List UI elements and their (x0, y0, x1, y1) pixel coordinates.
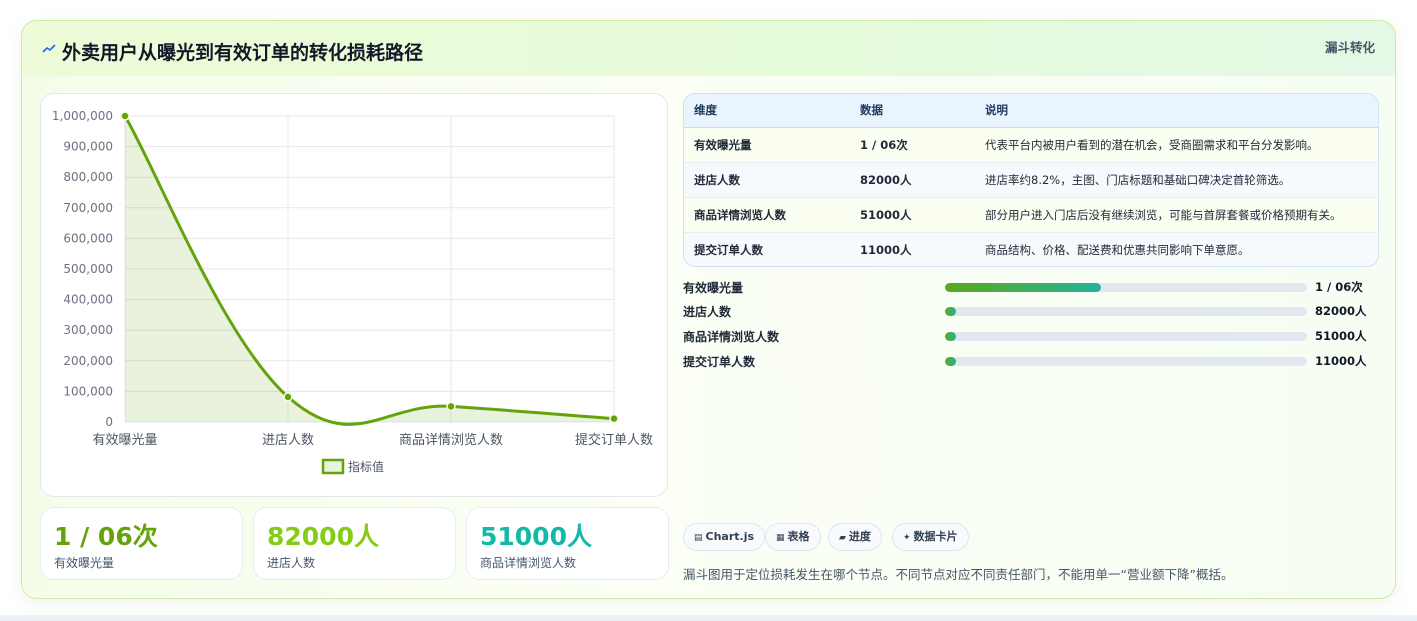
table-header-description: 说明 (975, 94, 1378, 128)
progress-row: 提交订单人数 11000人 (683, 353, 1383, 369)
y-tick-label: 500,000 (63, 262, 113, 276)
y-tick-label: 0 (105, 415, 113, 429)
progress-fill (945, 357, 956, 366)
progress-value: 1 / 06次 (1315, 280, 1363, 294)
progress-label: 提交订单人数 (683, 355, 756, 369)
category-tag: 漏斗转化 (1324, 40, 1375, 55)
progress-icon: ▰ (839, 533, 846, 543)
table-row: 提交订单人数 11000人 商品结构、价格、配送费和优惠共同影响下单意愿。 (684, 232, 1378, 266)
data-point (283, 392, 293, 402)
table-cell: 82000人 (850, 162, 975, 198)
progress-track (945, 283, 1307, 292)
page-title: 外卖用户从曝光到有效订单的转化损耗路径 (62, 42, 424, 64)
kpi-card-visits: 82000人 进店人数 (253, 507, 456, 580)
y-tick-label: 100,000 (63, 384, 113, 398)
data-point (609, 413, 619, 424)
progress-label: 有效曝光量 (683, 281, 744, 295)
y-tick-label: 300,000 (63, 323, 113, 337)
data-table: 维度 数据 说明 有效曝光量 1 / 06次 代表平台内被用户看到的潜在机会，受… (683, 93, 1379, 267)
kpi-label: 有效曝光量 (54, 556, 115, 570)
funnel-card: 外卖用户从曝光到有效订单的转化损耗路径 漏斗转化 0 100,000 200,000… (21, 20, 1396, 599)
table-row: 商品详情浏览人数 51000人 部分用户进入门店后没有继续浏览，可能与首屏套餐或… (684, 197, 1378, 233)
table-cell: 有效曝光量 (684, 127, 850, 163)
x-tick-label: 有效曝光量 (92, 433, 157, 448)
line-chart: 0 100,000 200,000 300,000 400,000 500,000 600,… (40, 93, 668, 497)
table-header-data: 数据 (850, 94, 975, 128)
kpi-card-exposure: 1 / 06次 有效曝光量 (40, 507, 243, 580)
table-cell: 商品结构、价格、配送费和优惠共同影响下单意愿。 (975, 232, 1378, 266)
kpi-card-detail-views: 51000人 商品详情浏览人数 (466, 507, 669, 580)
x-tick-label: 进店人数 (262, 433, 314, 448)
table-cell: 代表平台内被用户看到的潜在机会，受商圈需求和平台分发影响。 (975, 127, 1378, 163)
data-point (120, 111, 130, 121)
kpi-value: 82000人 (267, 522, 379, 551)
kpi-label: 进店人数 (267, 556, 316, 570)
chip-table[interactable]: ▦ 表格 (765, 523, 821, 551)
table-row: 有效曝光量 1 / 06次 代表平台内被用户看到的潜在机会，受商圈需求和平台分发… (684, 127, 1378, 163)
chip-progress[interactable]: ▰ 进度 (828, 523, 882, 551)
table-header-dimension: 维度 (684, 94, 850, 128)
kpi-value: 1 / 06次 (54, 522, 158, 551)
table-cell: 提交订单人数 (684, 232, 850, 266)
progress-track (945, 332, 1307, 341)
kpi-label: 商品详情浏览人数 (480, 556, 577, 570)
chip-label: 进度 (848, 530, 871, 543)
card-header: 外卖用户从曝光到有效订单的转化损耗路径 漏斗转化 (22, 21, 1395, 76)
y-tick-label: 800,000 (63, 170, 113, 184)
progress-label: 商品详情浏览人数 (683, 330, 780, 344)
progress-track (945, 307, 1307, 316)
progress-row: 商品详情浏览人数 51000人 (683, 328, 1383, 344)
progress-value: 11000人 (1315, 354, 1367, 368)
table-icon: ▦ (776, 533, 785, 543)
table-cell: 商品详情浏览人数 (684, 197, 850, 233)
table-cell: 进店人数 (684, 162, 850, 198)
progress-value: 51000人 (1315, 329, 1367, 343)
footnote: 漏斗图用于定位损耗发生在哪个节点。不同节点对应不同责任部门，不能用单一“营业额下… (683, 567, 1234, 582)
table-cell: 51000人 (850, 197, 975, 233)
chip-label: 表格 (787, 530, 810, 543)
progress-label: 进店人数 (683, 305, 732, 319)
y-tick-label: 400,000 (63, 293, 113, 307)
chart-canvas: 0 100,000 200,000 300,000 400,000 500,000 600,… (52, 109, 653, 475)
y-tick-label: 200,000 (63, 354, 113, 368)
legend-label: 指标值 (348, 459, 384, 474)
table-cell: 进店率约8.2%，主图、门店标题和基础口碑决定首轮筛选。 (975, 162, 1378, 198)
kpi-value: 51000人 (480, 522, 592, 551)
series-area (125, 116, 614, 425)
x-tick-label: 商品详情浏览人数 (399, 432, 503, 448)
table-row: 进店人数 82000人 进店率约8.2%，主图、门店标题和基础口碑决定首轮筛选。 (684, 162, 1378, 198)
chip-label: 数据卡片 (913, 530, 958, 543)
x-tick-label: 提交订单人数 (575, 432, 653, 448)
table-cell: 1 / 06次 (850, 127, 975, 163)
chip-data-cards[interactable]: ✦ 数据卡片 (892, 523, 969, 551)
chip-chartjs[interactable]: ▤ Chart.js (683, 523, 766, 551)
trend-line-icon (42, 44, 56, 53)
table-cell: 部分用户进入门店后没有继续浏览，可能与首屏套餐或价格预期有关。 (975, 197, 1378, 233)
progress-row: 有效曝光量 1 / 06次 (683, 279, 1383, 295)
legend-swatch (321, 458, 345, 475)
progress-fill (945, 332, 956, 341)
progress-row: 进店人数 82000人 (683, 303, 1383, 319)
progress-fill (945, 283, 1101, 292)
progress-value: 82000人 (1315, 304, 1367, 318)
y-tick-label: 900,000 (63, 140, 113, 154)
table-cell: 11000人 (850, 232, 975, 266)
page-bottom-edge (0, 615, 1417, 621)
progress-track (945, 357, 1307, 366)
progress-fill (945, 307, 956, 316)
y-tick-label: 700,000 (63, 201, 113, 215)
y-tick-label: 1,000,000 (52, 109, 113, 123)
chart-icon: ▤ (694, 533, 703, 543)
sparkle-icon: ✦ (903, 533, 911, 543)
chip-label: Chart.js (705, 530, 755, 543)
data-point (446, 401, 456, 412)
y-tick-label: 600,000 (63, 231, 113, 245)
